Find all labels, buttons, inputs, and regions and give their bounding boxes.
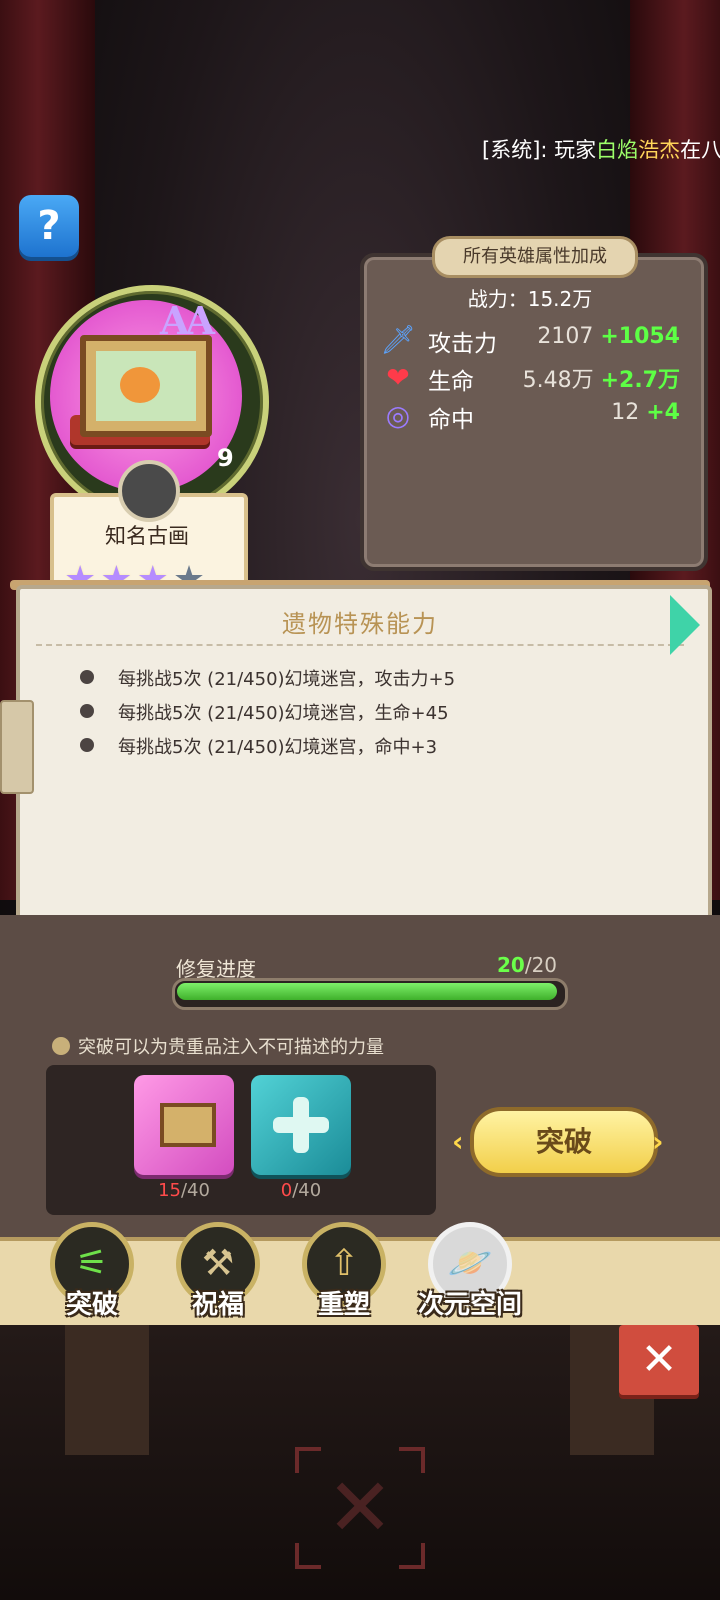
stat-value: 12 +4 [611, 400, 680, 425]
chevron-right-icon: › [652, 1125, 664, 1158]
stat-bonus: +1054 [600, 324, 680, 349]
ability-item: 每挑战5次 (21/450)幻境迷宫，攻击力+5 [80, 665, 455, 691]
ability-title: 遗物特殊能力 [282, 610, 438, 638]
material-count: 0/40 [251, 1180, 351, 1201]
system-message-prefix: [系统]: 玩家 [482, 138, 597, 162]
repair-current: 20 [497, 953, 525, 977]
breakthrough-tip: 突破可以为贵重品注入不可描述的力量 [78, 1037, 384, 1058]
total-power: 战力：15.2万 [467, 287, 593, 311]
close-overlay-button[interactable]: ✕ [295, 1447, 425, 1569]
nav-label: 次元空间 [417, 1290, 522, 1320]
painting-icon [160, 1103, 216, 1147]
stat-base: 12 [611, 400, 640, 425]
heart-icon: ❤ [386, 361, 410, 394]
system-message-player-1: 白焰 [596, 138, 639, 162]
stat-bonus: +2.7万 [600, 368, 680, 393]
stat-label: 生命 [428, 369, 474, 395]
ability-item: 每挑战5次 (21/450)幻境迷宫，命中+3 [80, 733, 437, 759]
repair-progress-count: 20/20 [497, 953, 557, 977]
nav-dimension[interactable]: 🪐 次元空间 [418, 1222, 522, 1322]
rarity-mark: AA [160, 298, 215, 343]
divider [36, 644, 684, 646]
material-need: /40 [292, 1180, 322, 1201]
stat-row-attack: 🗡 攻击力 2107 +1054 [380, 322, 680, 358]
cross-gem-icon [273, 1097, 329, 1153]
chevron-left-icon: ‹ [452, 1125, 464, 1158]
breakthrough-button[interactable]: 突破 [470, 1107, 658, 1177]
system-message-suffix: 在八 [680, 138, 720, 162]
material-painting[interactable] [134, 1075, 234, 1175]
gem-slot[interactable] [118, 460, 180, 522]
system-message: [系统]: 玩家白焰浩杰在八 [482, 134, 720, 164]
nav-label: 重塑 [317, 1290, 370, 1320]
stat-label: 攻击力 [428, 331, 497, 357]
pillar [65, 1325, 149, 1455]
stat-label: 命中 [428, 407, 474, 433]
tip-dot-icon [52, 1037, 70, 1055]
stat-row-hit: ◎ 命中 12 +4 [380, 398, 680, 434]
help-button[interactable]: ? [19, 195, 79, 257]
relic-name: 知名古画 [105, 524, 189, 548]
stat-base: 5.48万 [522, 368, 594, 393]
relic-level: 9 [217, 444, 234, 472]
ability-text: 每挑战5次 (21/450)幻境迷宫，命中+3 [118, 737, 438, 758]
repair-progress-fill [177, 983, 557, 1000]
material-have: 15 [158, 1180, 181, 1201]
nav-breakthrough[interactable]: ⚟ 突破 [44, 1222, 140, 1322]
material-need: /40 [180, 1180, 210, 1201]
material-have: 0 [280, 1180, 293, 1201]
stat-row-hp: ❤ 生命 5.48万 +2.7万 [380, 360, 680, 396]
nav-reshape[interactable]: ⇧ 重塑 [296, 1222, 392, 1322]
repair-total: /20 [524, 953, 558, 977]
ability-item: 每挑战5次 (21/450)幻境迷宫，生命+45 [80, 699, 449, 725]
close-button[interactable]: ✕ [619, 1325, 699, 1395]
materials-box [46, 1065, 436, 1215]
material-cross-gem[interactable] [251, 1075, 351, 1175]
ability-text: 每挑战5次 (21/450)幻境迷宫，攻击力+5 [118, 669, 456, 690]
next-relic-arrow-icon[interactable] [670, 595, 700, 655]
painting-icon [80, 335, 212, 437]
system-message-player-2: 浩杰 [638, 138, 681, 162]
sword-icon: 🗡 [380, 323, 416, 356]
nav-label: 突破 [65, 1290, 118, 1320]
side-tab[interactable] [0, 700, 34, 794]
stat-base: 2107 [537, 324, 594, 349]
stats-title: 所有英雄属性加成 [432, 236, 638, 278]
stat-value: 5.48万 +2.7万 [523, 362, 680, 394]
close-icon: ✕ [326, 1461, 394, 1554]
nav-label: 祝福 [191, 1290, 244, 1320]
stat-value: 2107 +1054 [537, 324, 680, 349]
ability-text: 每挑战5次 (21/450)幻境迷宫，生命+45 [118, 703, 449, 724]
nav-bless[interactable]: ⚒ 祝福 [170, 1222, 266, 1322]
stat-bonus: +4 [646, 400, 680, 425]
material-count: 15/40 [134, 1180, 234, 1201]
target-icon: ◎ [385, 399, 411, 432]
